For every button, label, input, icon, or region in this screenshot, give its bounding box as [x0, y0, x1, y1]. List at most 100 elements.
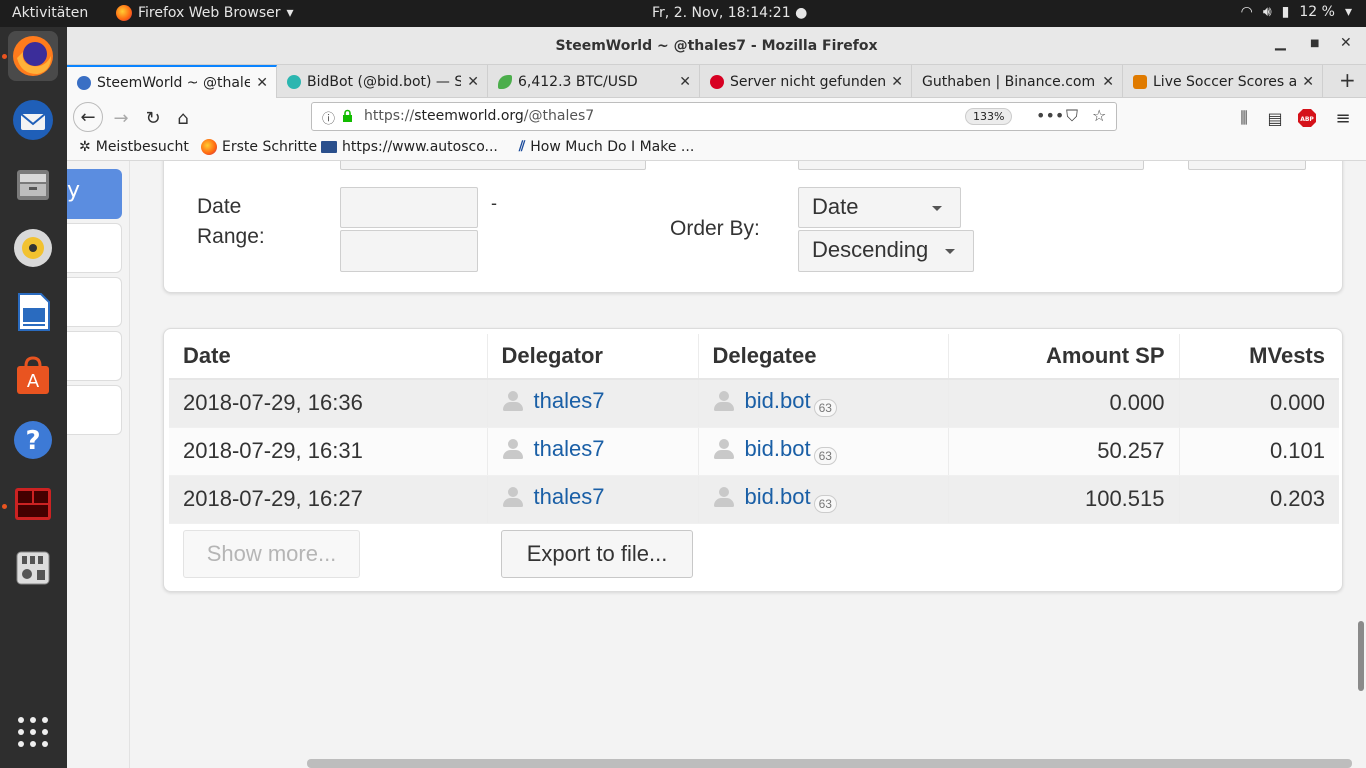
tab-btc-usd[interactable]: 6,412.3 BTC/USD ✕	[488, 65, 700, 98]
activities-button[interactable]: Aktivitäten	[12, 5, 88, 21]
tab-livesoccer[interactable]: Live Soccer Scores and ✕	[1123, 65, 1323, 98]
bookmark-autoscout[interactable]: https://www.autosco...	[321, 139, 498, 155]
pocket-icon[interactable]: ⛉	[1066, 106, 1078, 126]
cell-mvests: 0.101	[1179, 427, 1339, 476]
filter-input[interactable]	[340, 161, 646, 170]
tab-binance[interactable]: Guthaben | Binance.com ✕	[912, 65, 1123, 98]
menu-button[interactable]: ≡	[1329, 104, 1357, 132]
software-center-icon: A	[17, 356, 49, 394]
url-bar[interactable]: ⓘ https://steemworld.org/@thales7 133% •…	[311, 102, 1117, 131]
filter-button[interactable]	[1188, 161, 1306, 170]
close-icon[interactable]: ✕	[891, 74, 903, 90]
delegator-link[interactable]: thales7	[534, 388, 605, 414]
table-row: 2018-07-29, 16:36 thales7 bid.bot 63 0.00…	[169, 379, 1339, 428]
bookmark-label: https://www.autosco...	[342, 139, 498, 155]
close-icon[interactable]: ✕	[1102, 74, 1114, 90]
filter-panel: Date Range: - Order By: Date Descending	[163, 161, 1343, 293]
system-tray[interactable]: ◠ 🔊︎ ▮ 12 % ▾	[1241, 4, 1352, 20]
reputation-badge: 63	[813, 399, 837, 418]
reload-button[interactable]: ↻	[139, 104, 167, 132]
new-tab-button[interactable]: +	[1339, 68, 1356, 92]
wifi-icon: ◠	[1240, 4, 1253, 20]
close-icon[interactable]: ✕	[1302, 74, 1314, 90]
user-link[interactable]: thales7	[502, 388, 605, 414]
zoom-indicator[interactable]: 133%	[965, 108, 1013, 125]
filter-input[interactable]	[798, 161, 1144, 170]
sidebar-button[interactable]: ▤	[1261, 104, 1289, 132]
maximize-icon[interactable]: ■	[1310, 38, 1319, 49]
order-field-select[interactable]: Date	[798, 187, 961, 228]
home-icon: ⌂	[177, 107, 189, 129]
export-button[interactable]: Export to file...	[501, 530, 693, 578]
nav-item[interactable]	[67, 331, 122, 381]
window-titlebar[interactable]: SteemWorld ~ @thales7 - Mozilla Firefox …	[67, 27, 1366, 65]
dock-thunderbird[interactable]	[8, 95, 58, 145]
clock[interactable]: Fr, 2. Nov, 18:14:21 ●	[652, 5, 807, 21]
col-delegator[interactable]: Delegator	[487, 334, 699, 380]
col-amount-sp[interactable]: Amount SP	[948, 334, 1180, 380]
minimize-icon[interactable]: ▁	[1275, 35, 1286, 51]
tab-bidbot[interactable]: BidBot (@bid.bot) — S ✕	[277, 65, 488, 98]
delegator-link[interactable]: thales7	[534, 436, 605, 462]
dock-usb-creator[interactable]	[8, 543, 58, 593]
adblock-button[interactable]: ABP	[1293, 104, 1321, 132]
user-link[interactable]: bid.bot	[713, 388, 811, 414]
nav-item[interactable]	[67, 277, 122, 327]
library-button[interactable]: ⫼	[1230, 104, 1258, 132]
bookmark-how-much[interactable]: ⫽ How Much Do I Make ...	[519, 139, 694, 155]
user-link[interactable]: bid.bot	[713, 484, 811, 510]
home-button[interactable]: ⌂	[169, 104, 197, 132]
nav-item-active[interactable]: y	[67, 169, 122, 219]
show-more-button[interactable]: Show more...	[183, 530, 360, 578]
order-direction-select[interactable]: Descending	[798, 230, 974, 272]
back-button[interactable]: ←	[73, 102, 103, 132]
vertical-scrollbar[interactable]	[1356, 161, 1366, 768]
forward-button[interactable]: →	[107, 104, 135, 132]
order-direction-value: Descending	[812, 237, 929, 262]
user-link[interactable]: thales7	[502, 436, 605, 462]
cell-delegator: thales7	[487, 475, 699, 524]
nav-item[interactable]	[67, 223, 122, 273]
dock-software[interactable]: A	[8, 351, 58, 401]
dock-files[interactable]	[8, 159, 58, 209]
delegatee-link[interactable]: bid.bot	[745, 436, 811, 462]
dock-help[interactable]: ?	[8, 415, 58, 465]
page-actions-icon[interactable]: •••	[1036, 106, 1064, 125]
close-icon[interactable]: ✕	[467, 74, 479, 90]
close-icon[interactable]: ✕	[1340, 35, 1352, 51]
delegatee-link[interactable]: bid.bot	[745, 388, 811, 414]
dock-writer[interactable]	[8, 287, 58, 337]
url-prefix: https://	[364, 108, 415, 124]
date-to-input[interactable]	[340, 230, 478, 272]
scrollbar-thumb[interactable]	[1358, 621, 1364, 691]
dock-show-apps[interactable]	[8, 707, 58, 757]
close-icon[interactable]: ✕	[679, 74, 691, 90]
table-row: 2018-07-29, 16:31 thales7 bid.bot 63 50.2…	[169, 427, 1339, 476]
bookmark-getting-started[interactable]: Erste Schritte	[201, 139, 317, 155]
reputation-badge: 63	[813, 447, 837, 465]
col-mvests[interactable]: MVests	[1179, 334, 1339, 380]
volume-icon: 🔊︎	[1262, 4, 1272, 20]
delegatee-link[interactable]: bid.bot	[745, 484, 811, 510]
user-link[interactable]: bid.bot	[713, 436, 811, 462]
nav-item[interactable]	[67, 385, 122, 435]
app-menu[interactable]: Firefox Web Browser ▾	[116, 5, 294, 21]
user-link[interactable]: thales7	[502, 484, 605, 510]
dock-rhythmbox[interactable]	[8, 223, 58, 273]
bookmark-most-visited[interactable]: ✲ Meistbesucht	[79, 139, 189, 155]
dock-terminal[interactable]	[8, 479, 58, 529]
horizontal-scrollbar[interactable]	[307, 759, 1352, 768]
col-date[interactable]: Date	[169, 334, 488, 380]
date-from-input[interactable]	[340, 187, 478, 228]
col-delegatee[interactable]: Delegatee	[698, 334, 949, 380]
tab-label: Server nicht gefunden	[730, 73, 886, 90]
clock-text: Fr, 2. Nov, 18:14:21	[652, 5, 791, 21]
delegator-link[interactable]: thales7	[534, 484, 605, 510]
dock-firefox[interactable]	[8, 31, 58, 81]
close-icon[interactable]: ✕	[256, 75, 268, 91]
bookmark-star-icon[interactable]: ☆	[1092, 106, 1106, 125]
tab-steemworld[interactable]: SteemWorld ~ @thale ✕	[67, 65, 277, 98]
info-icon[interactable]: ⓘ	[322, 108, 335, 127]
avatar-icon	[713, 486, 735, 508]
tab-server-not-found[interactable]: Server nicht gefunden ✕	[700, 65, 912, 98]
